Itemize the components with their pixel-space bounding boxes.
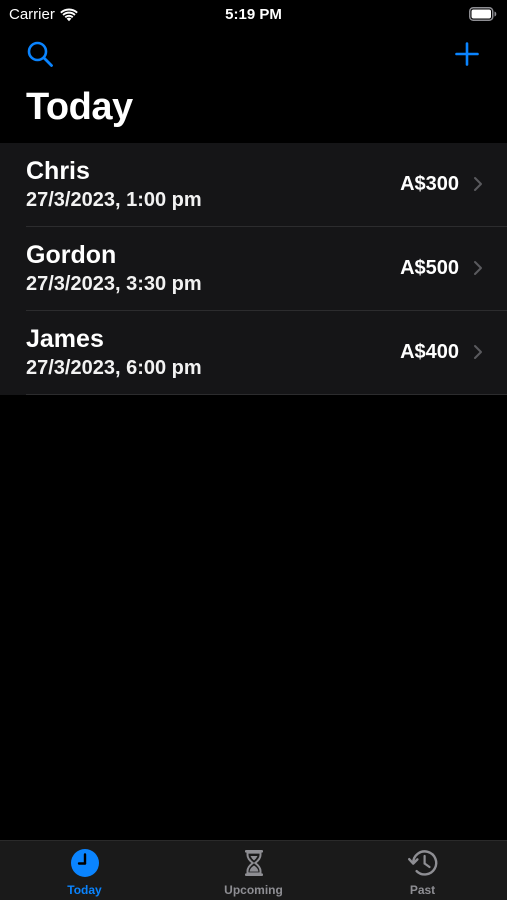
- chevron-right-icon: [474, 345, 482, 359]
- tab-bar: Today Upcoming Past: [0, 840, 507, 900]
- app-screen: Carrier 5:19 PM Today Chris 27/3/2023, 1…: [0, 0, 507, 900]
- list-item[interactable]: Chris 27/3/2023, 1:00 pm A$300: [0, 143, 507, 227]
- battery-icon: [469, 7, 497, 26]
- list-item[interactable]: Gordon 27/3/2023, 3:30 pm A$500: [0, 227, 507, 311]
- hourglass-icon: [238, 847, 270, 879]
- list-item[interactable]: James 27/3/2023, 6:00 pm A$400: [0, 311, 507, 395]
- appointment-datetime: 27/3/2023, 1:00 pm: [26, 189, 202, 211]
- tab-past[interactable]: Past: [338, 841, 507, 900]
- client-name: Gordon: [26, 241, 117, 269]
- chevron-right-icon: [474, 261, 482, 275]
- tab-today[interactable]: Today: [0, 841, 169, 900]
- plus-icon: [455, 42, 479, 66]
- appointment-datetime: 27/3/2023, 3:30 pm: [26, 273, 202, 295]
- appointment-amount: A$400: [400, 341, 459, 363]
- clock-icon: [69, 847, 101, 879]
- appointment-amount: A$500: [400, 257, 459, 279]
- client-name: Chris: [26, 157, 90, 185]
- page-title: Today: [26, 86, 133, 128]
- appointment-datetime: 27/3/2023, 6:00 pm: [26, 357, 202, 379]
- appointment-list: Chris 27/3/2023, 1:00 pm A$300 Gordon 27…: [0, 143, 507, 395]
- tab-label: Upcoming: [224, 883, 283, 897]
- appointment-amount: A$300: [400, 173, 459, 195]
- add-button[interactable]: [451, 38, 483, 70]
- status-bar: Carrier 5:19 PM: [0, 0, 507, 30]
- tab-label: Today: [67, 883, 102, 897]
- chevron-right-icon: [474, 177, 482, 191]
- history-icon: [407, 847, 439, 879]
- search-button[interactable]: [24, 38, 56, 70]
- tab-upcoming[interactable]: Upcoming: [169, 841, 338, 900]
- client-name: James: [26, 325, 104, 353]
- tab-label: Past: [409, 883, 436, 897]
- navigation-bar: [0, 30, 507, 78]
- search-icon: [27, 41, 53, 67]
- row-separator: [26, 394, 507, 395]
- status-time: 5:19 PM: [225, 6, 282, 23]
